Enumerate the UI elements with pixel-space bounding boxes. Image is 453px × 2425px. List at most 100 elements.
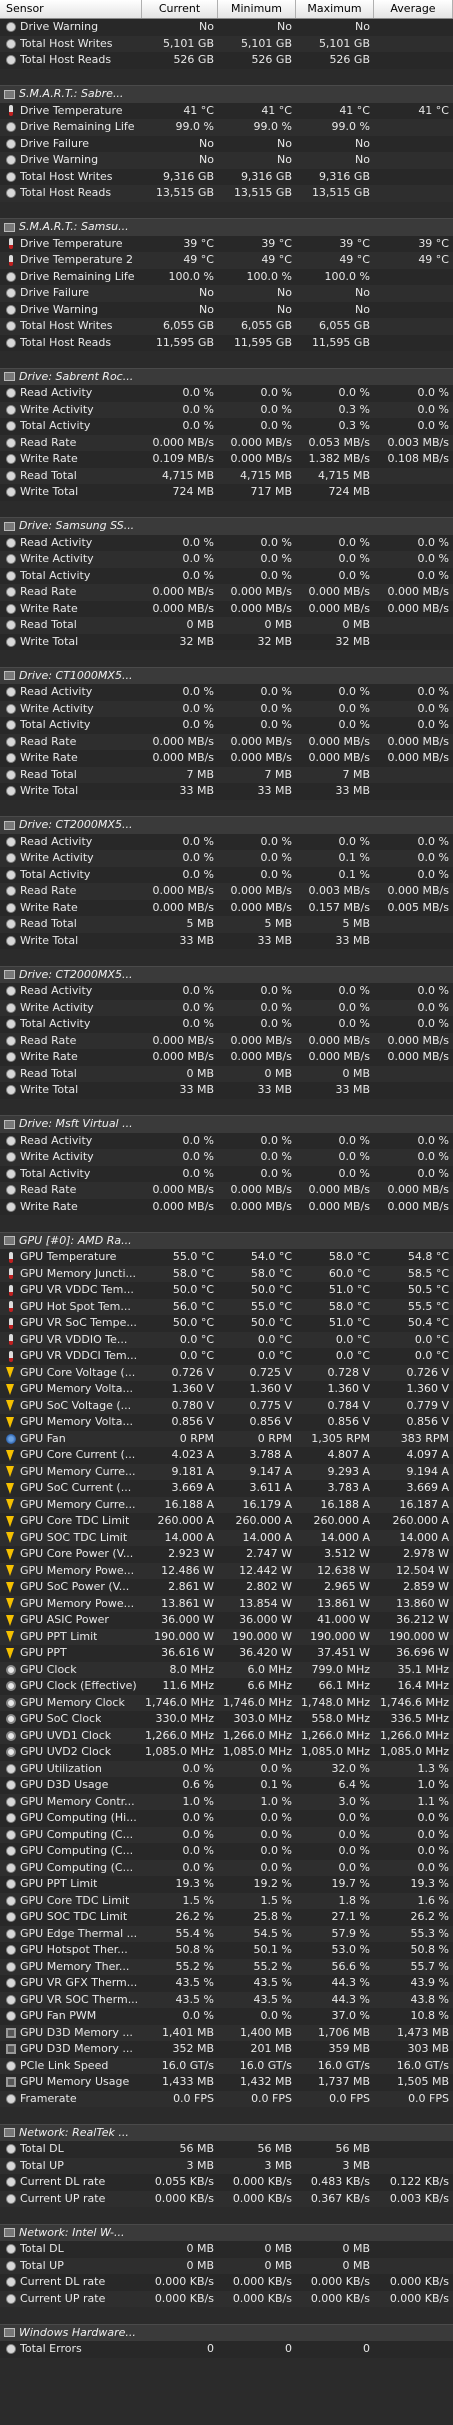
header-minimum[interactable]: Minimum [218, 0, 296, 18]
header-current[interactable]: Current [142, 0, 218, 18]
sensor-row[interactable]: Total Activity 0.0 % 0.0 % 0.1 % 0.0 % [0, 866, 453, 883]
sensor-row[interactable]: Total UP 3 MB 3 MB 3 MB [0, 2157, 453, 2174]
sensor-row[interactable]: GPU Clock (Effective) 11.6 MHz 6.6 MHz 66.1… [0, 1678, 453, 1695]
sensor-row[interactable]: Read Activity 0.0 % 0.0 % 0.0 % 0.0 % [0, 983, 453, 1000]
sensor-row[interactable]: GPU Fan 0 RPM 0 RPM 1,305 RPM 383 RPM [0, 1430, 453, 1447]
sensor-row[interactable]: Drive Failure No No No [0, 285, 453, 302]
sensor-row[interactable]: GPU Hot Spot Tem... 56.0 °C 55.0 °C 58.0 °C… [0, 1298, 453, 1315]
sensor-row[interactable]: Total Host Reads 13,515 GB 13,515 GB 13,515… [0, 185, 453, 202]
sensor-row[interactable]: Drive Warning No No No [0, 19, 453, 36]
sensor-row[interactable]: Total DL 56 MB 56 MB 56 MB [0, 2141, 453, 2158]
sensor-row[interactable]: Total Activity 0.0 % 0.0 % 0.0 % 0.0 % [0, 1165, 453, 1182]
sensor-row[interactable]: GPU Memory Volta... 0.856 V 0.856 V 0.856 V… [0, 1414, 453, 1431]
sensor-row[interactable]: Total Errors 0 0 0 [0, 2341, 453, 2358]
sensor-row[interactable]: GPU D3D Memory ... 352 MB 201 MB 359 MB 303 … [0, 2041, 453, 2058]
sensor-row[interactable]: GPU PPT Limit 190.000 W 190.000 W 190.000 W… [0, 1628, 453, 1645]
section-header[interactable]: S.M.A.R.T.: Samsu... [0, 218, 453, 236]
sensor-row[interactable]: GPU Memory Contr... 1.0 % 1.0 % 3.0 % 1.1 % [0, 1793, 453, 1810]
sensor-row[interactable]: GPU Memory Curre... 16.188 A 16.179 A 16.18… [0, 1496, 453, 1513]
sensor-row[interactable]: Current DL rate 0.000 KB/s 0.000 KB/s 0.000… [0, 2274, 453, 2291]
sensor-row[interactable]: Total Activity 0.0 % 0.0 % 0.3 % 0.0 % [0, 418, 453, 435]
sensor-row[interactable]: GPU Core Voltage (... 0.726 V 0.725 V 0.728… [0, 1364, 453, 1381]
sensor-row[interactable]: GPU VR SoC Tempe... 50.0 °C 50.0 °C 51.0 °C… [0, 1315, 453, 1332]
header-average[interactable]: Average [374, 0, 453, 18]
sensor-row[interactable]: Read Activity 0.0 % 0.0 % 0.0 % 0.0 % [0, 1132, 453, 1149]
sensor-row[interactable]: GPU Computing (C... 0.0 % 0.0 % 0.0 % 0.0 % [0, 1826, 453, 1843]
sensor-row[interactable]: Current UP rate 0.000 KB/s 0.000 KB/s 0.000… [0, 2290, 453, 2307]
sensor-row[interactable]: Read Total 4,715 MB 4,715 MB 4,715 MB [0, 467, 453, 484]
sensor-row[interactable]: Write Total 33 MB 33 MB 33 MB [0, 783, 453, 800]
sensor-row[interactable]: Read Total 0 MB 0 MB 0 MB [0, 617, 453, 634]
sensor-row[interactable]: Write Rate 0.000 MB/s 0.000 MB/s 0.000 MB/s… [0, 1049, 453, 1066]
sensor-row[interactable]: Drive Temperature 41 °C 41 °C 41 °C 41 °C [0, 102, 453, 119]
sensor-row[interactable]: GPU ASIC Power 36.000 W 36.000 W 41.000 W 36… [0, 1612, 453, 1629]
sensor-row[interactable]: Read Activity 0.0 % 0.0 % 0.0 % 0.0 % [0, 385, 453, 402]
sensor-row[interactable]: GPU VR VDDCI Tem... 0.0 °C 0.0 °C 0.0 °C 0.0… [0, 1348, 453, 1365]
sensor-row[interactable]: GPU VR VDDC Tem... 50.0 °C 50.0 °C 51.0 °C 5… [0, 1282, 453, 1299]
sensor-row[interactable]: GPU Utilization 0.0 % 0.0 % 32.0 % 1.3 % [0, 1760, 453, 1777]
sensor-row[interactable]: Framerate 0.0 FPS 0.0 FPS 0.0 FPS 0.0 FPS [0, 2090, 453, 2107]
sensor-row[interactable]: Write Activity 0.0 % 0.0 % 0.0 % 0.0 % [0, 1149, 453, 1166]
sensor-row[interactable]: Read Activity 0.0 % 0.0 % 0.0 % 0.0 % [0, 534, 453, 551]
sensor-row[interactable]: Write Rate 0.000 MB/s 0.000 MB/s 0.000 MB/s… [0, 600, 453, 617]
sensor-row[interactable]: GPU Computing (C... 0.0 % 0.0 % 0.0 % 0.0 % [0, 1843, 453, 1860]
sensor-row[interactable]: GPU Memory Clock 1,746.0 MHz 1,746.0 MHz 1,… [0, 1694, 453, 1711]
sensor-row[interactable]: Total DL 0 MB 0 MB 0 MB [0, 2241, 453, 2258]
sensor-row[interactable]: Total UP 0 MB 0 MB 0 MB [0, 2257, 453, 2274]
sensor-row[interactable]: GPU Clock 8.0 MHz 6.0 MHz 799.0 MHz 35.1 MHz [0, 1661, 453, 1678]
sensor-row[interactable]: Read Rate 0.000 MB/s 0.000 MB/s 0.000 MB/s 0… [0, 733, 453, 750]
sensor-row[interactable]: Total Activity 0.0 % 0.0 % 0.0 % 0.0 % [0, 567, 453, 584]
sensor-row[interactable]: GPU VR SOC Therm... 43.5 % 43.5 % 44.3 % 43.… [0, 1991, 453, 2008]
sensor-row[interactable]: Write Activity 0.0 % 0.0 % 0.1 % 0.0 % [0, 850, 453, 867]
sensor-row[interactable]: Total Host Reads 526 GB 526 GB 526 GB [0, 52, 453, 69]
sensor-row[interactable]: GPU D3D Usage 0.6 % 0.1 % 6.4 % 1.0 % [0, 1777, 453, 1794]
section-header[interactable]: Drive: CT2000MX5... [0, 816, 453, 834]
sensor-row[interactable]: GPU VR VDDIO Te... 0.0 °C 0.0 °C 0.0 °C 0.0 … [0, 1331, 453, 1348]
section-header[interactable]: Drive: Sabrent Roc... [0, 367, 453, 385]
sensor-row[interactable]: Write Activity 0.0 % 0.0 % 0.0 % 0.0 % [0, 700, 453, 717]
sensor-row[interactable]: GPU PPT Limit 19.3 % 19.2 % 19.7 % 19.3 % [0, 1876, 453, 1893]
section-header[interactable]: Drive: CT2000MX5... [0, 965, 453, 983]
sensor-row[interactable]: GPU Memory Ther... 55.2 % 55.2 % 56.6 % 55.7… [0, 1958, 453, 1975]
sensor-row[interactable]: GPU SoC Clock 330.0 MHz 303.0 MHz 558.0 MHz… [0, 1711, 453, 1728]
sensor-row[interactable]: Total Host Writes 6,055 GB 6,055 GB 6,055 G… [0, 318, 453, 335]
sensor-row[interactable]: Drive Remaining Life 99.0 % 99.0 % 99.0 % [0, 119, 453, 136]
sensor-row[interactable]: Total Activity 0.0 % 0.0 % 0.0 % 0.0 % [0, 1016, 453, 1033]
sensor-row[interactable]: Write Activity 0.0 % 0.0 % 0.0 % 0.0 % [0, 999, 453, 1016]
sensor-row[interactable]: Write Rate 0.109 MB/s 0.000 MB/s 1.382 MB/s… [0, 451, 453, 468]
sensor-row[interactable]: Total Host Writes 9,316 GB 9,316 GB 9,316 G… [0, 168, 453, 185]
sensor-row[interactable]: Drive Warning No No No [0, 301, 453, 318]
sensor-row[interactable]: GPU Core TDC Limit 1.5 % 1.5 % 1.8 % 1.6 % [0, 1892, 453, 1909]
sensor-row[interactable]: Read Rate 0.000 MB/s 0.000 MB/s 0.000 MB/s 0… [0, 584, 453, 601]
sensor-row[interactable]: Drive Temperature 2 49 °C 49 °C 49 °C 49 °C [0, 252, 453, 269]
section-header[interactable]: S.M.A.R.T.: Sabre... [0, 85, 453, 103]
sensor-row[interactable]: GPU D3D Memory ... 1,401 MB 1,400 MB 1,706 … [0, 2024, 453, 2041]
sensor-row[interactable]: Read Total 7 MB 7 MB 7 MB [0, 766, 453, 783]
header-sensor[interactable]: Sensor [0, 0, 142, 18]
sensor-row[interactable]: Total Activity 0.0 % 0.0 % 0.0 % 0.0 % [0, 717, 453, 734]
sensor-row[interactable]: GPU SOC TDC Limit 14.000 A 14.000 A 14.000 … [0, 1529, 453, 1546]
section-header[interactable]: Windows Hardware... [0, 2323, 453, 2341]
sensor-row[interactable]: Write Activity 0.0 % 0.0 % 0.3 % 0.0 % [0, 401, 453, 418]
sensor-row[interactable]: GPU SoC Current (... 3.669 A 3.611 A 3.783 … [0, 1480, 453, 1497]
sensor-row[interactable]: Read Rate 0.000 MB/s 0.000 MB/s 0.000 MB/s 0… [0, 1032, 453, 1049]
sensor-row[interactable]: GPU PPT 36.616 W 36.420 W 37.451 W 36.696 W [0, 1645, 453, 1662]
sensor-row[interactable]: GPU Memory Usage 1,433 MB 1,432 MB 1,737 MB… [0, 2074, 453, 2091]
section-header[interactable]: Network: RealTek ... [0, 2123, 453, 2141]
sensor-row[interactable]: PCIe Link Speed 16.0 GT/s 16.0 GT/s 16.0 GT… [0, 2057, 453, 2074]
sensor-row[interactable]: GPU Memory Powe... 13.861 W 13.854 W 13.861… [0, 1595, 453, 1612]
sensor-row[interactable]: Read Total 0 MB 0 MB 0 MB [0, 1065, 453, 1082]
sensor-row[interactable]: Read Total 5 MB 5 MB 5 MB [0, 916, 453, 933]
section-header[interactable]: Drive: Msft Virtual ... [0, 1115, 453, 1133]
sensor-row[interactable]: Drive Temperature 39 °C 39 °C 39 °C 39 °C [0, 235, 453, 252]
section-header[interactable]: GPU [#0]: AMD Ra... [0, 1231, 453, 1249]
sensor-row[interactable]: GPU SOC TDC Limit 26.2 % 25.8 % 27.1 % 26.2 … [0, 1909, 453, 1926]
section-header[interactable]: Drive: Samsung SS... [0, 517, 453, 535]
sensor-row[interactable]: Write Total 32 MB 32 MB 32 MB [0, 633, 453, 650]
sensor-row[interactable]: GPU SoC Voltage (... 0.780 V 0.775 V 0.784 … [0, 1397, 453, 1414]
sensor-row[interactable]: Write Total 33 MB 33 MB 33 MB [0, 932, 453, 949]
section-header[interactable]: Network: Intel W-... [0, 2223, 453, 2241]
sensor-row[interactable]: Drive Warning No No No [0, 152, 453, 169]
sensor-row[interactable]: GPU Computing (Hi... 0.0 % 0.0 % 0.0 % 0.0 % [0, 1810, 453, 1827]
sensor-row[interactable]: Write Total 33 MB 33 MB 33 MB [0, 1082, 453, 1099]
